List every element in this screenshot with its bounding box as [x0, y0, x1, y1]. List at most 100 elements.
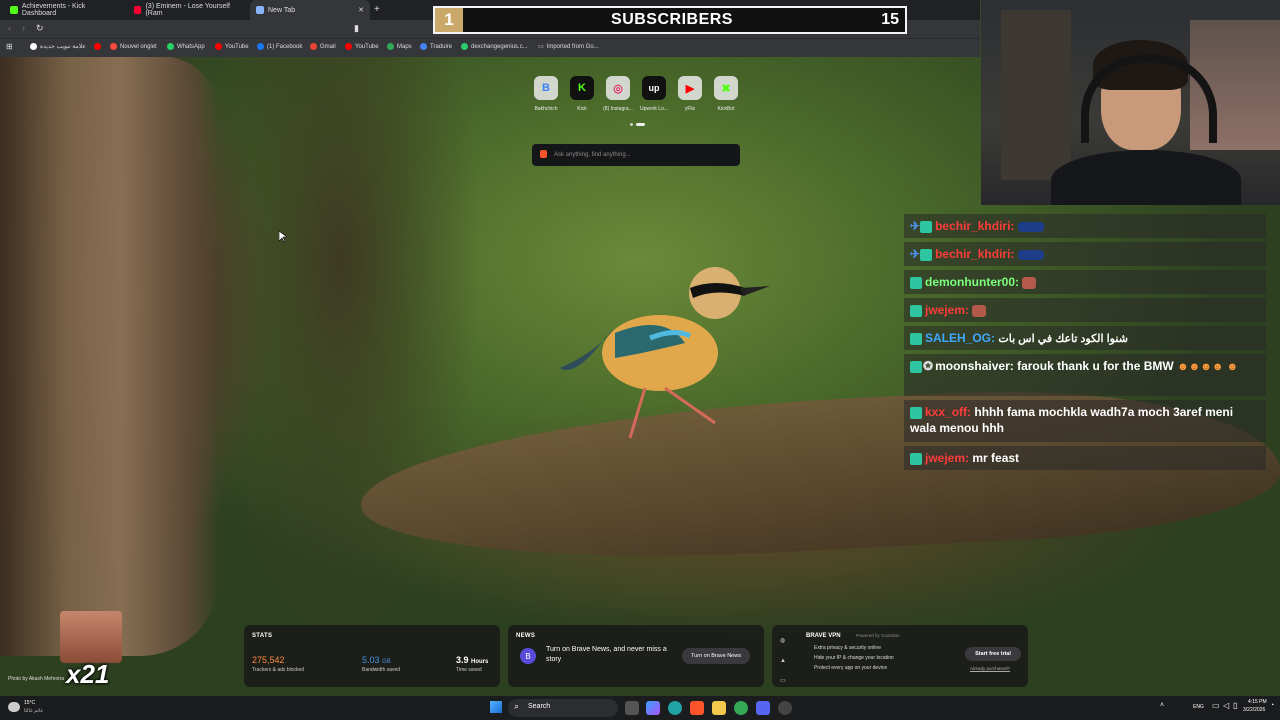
tab-youtube-eminem[interactable]: (3) Eminem - Lose Yourself (Ram [128, 0, 248, 20]
bookmark-item[interactable]: YouTube [345, 43, 379, 50]
emote-icon: ☻☻☻☻ ☻ [1177, 361, 1239, 373]
bookmark-item[interactable]: Maps [387, 43, 412, 50]
shortcut-page-dots[interactable] [630, 123, 646, 127]
tab-kick-dashboard[interactable]: Achievements - Kick Dashboard [4, 0, 126, 20]
tab-label: (3) Eminem - Lose Yourself (Ram [145, 3, 230, 17]
brave-icon[interactable] [690, 701, 704, 715]
vpn-powered: Powered by Guardian [856, 633, 900, 638]
chat-message: ✪ moonshaiver: farouk thank u for the BMW… [904, 354, 1266, 396]
shortcut-kick[interactable]: K [570, 76, 594, 100]
news-widget[interactable]: NEWS B Turn on Brave News, and never mis… [508, 625, 764, 687]
vpn-feature: Extra privacy & security online [814, 645, 881, 651]
shortcut-instagram[interactable]: ◎ [606, 76, 630, 100]
bookmark-icon[interactable]: ▮ [354, 23, 359, 34]
turn-on-news-button[interactable]: Turn on Brave News [682, 648, 750, 664]
tray-chevron-icon[interactable]: ˄ [1160, 702, 1164, 709]
clock-date[interactable]: 3/22/2026 [1243, 707, 1265, 713]
bookmark-item[interactable]: Traduire [420, 43, 452, 50]
bookmark-item[interactable]: dexchangegenius.c... [461, 43, 528, 50]
shortcut-label: Bakhchich [534, 106, 558, 112]
webcam-overlay [981, 0, 1280, 205]
chat-message: ✈ bechir_khdiri: [904, 242, 1266, 266]
taskbar-search[interactable]: ⌕ Search [508, 699, 618, 717]
search-placeholder: Ask anything, find anything... [554, 152, 631, 158]
brave-icon [256, 6, 264, 14]
trackers-label: Trackers & ads blocked [252, 667, 305, 673]
bookmark-item[interactable]: YouTube [215, 43, 249, 50]
file-explorer-icon[interactable] [712, 701, 726, 715]
stream-chat: ✈ bechir_khdiri: ✈ bechir_khdiri: demonhun… [904, 200, 1266, 478]
shortcut-yflix[interactable]: ▶ [678, 76, 702, 100]
chat-message: SALEH_OG: شنوا الكود تاعك في اس بات [904, 326, 1266, 350]
back-icon[interactable]: ‹ [8, 23, 11, 33]
wallpaper-bird [560, 267, 770, 439]
wallpaper-tree-trunk [0, 56, 220, 656]
photo-credit: Photo by Akash Mehrotra [8, 676, 65, 682]
tab-label: New Tab [268, 6, 296, 14]
chat-message: demonhunter00: [904, 270, 1266, 294]
bookmark-item[interactable]: علامة تبويب جديدة [30, 43, 86, 50]
weather-widget[interactable]: 15°C غائم غالبًا [8, 699, 68, 717]
bookmark-item[interactable]: Gmail [310, 43, 336, 50]
bookmark-folder[interactable]: ▭ Imported from Go... [538, 43, 599, 51]
shortcut-kickbot[interactable]: ✖ [714, 76, 738, 100]
plus-icon[interactable]: + [374, 4, 380, 15]
close-icon[interactable]: ✕ [358, 6, 364, 14]
bookmark-item[interactable]: (1) Facebook [257, 43, 302, 50]
subscribers-count: 15 [881, 11, 899, 28]
weather-desc: غائم غالبًا [24, 708, 43, 714]
stats-widget[interactable]: STATS 275,542 Trackers & ads blocked 5.0… [244, 625, 500, 687]
already-purchased-link[interactable]: Already purchased? [970, 666, 1010, 671]
task-view-icon[interactable] [625, 701, 639, 715]
shortcut-label: KickBot [717, 106, 735, 112]
tab-label: Achievements - Kick Dashboard [21, 3, 86, 17]
windows-start-icon[interactable] [490, 701, 502, 713]
copilot-icon[interactable] [646, 701, 660, 715]
emote-icon [1017, 249, 1044, 260]
bookmark-item[interactable]: WhatsApp [167, 43, 205, 50]
bookmark-item[interactable] [94, 43, 104, 50]
shortcut-upwork[interactable]: up [642, 76, 666, 100]
tab-new-tab[interactable]: New Tab ✕ [250, 0, 370, 20]
forward-icon[interactable]: › [22, 23, 25, 33]
chat-text: شنوا الكود تاعك في اس بات [998, 333, 1128, 345]
news-icon: B [520, 648, 536, 664]
laughing-face-image [60, 611, 122, 663]
notification-icon[interactable]: ◔ [1270, 702, 1274, 709]
obs-icon[interactable] [778, 701, 792, 715]
language-indicator[interactable]: ENG [1193, 704, 1204, 710]
clock-time[interactable]: 4:15 PM [1248, 699, 1267, 705]
time-value: 3.9 [456, 655, 469, 665]
subscribers-overlay: SUBSCRIBERS 1 15 [433, 6, 907, 34]
taskbar-search-label: Search [528, 703, 551, 710]
emote-icon [1022, 276, 1037, 289]
chrome-icon[interactable] [734, 701, 748, 715]
weather-icon [8, 702, 20, 712]
news-text: Turn on Brave News, and never miss a sto… [546, 646, 667, 663]
chat-message: ✈ bechir_khdiri: [904, 214, 1266, 238]
shortcut-bakhchich[interactable]: B [534, 76, 558, 100]
news-title: NEWS [516, 633, 536, 639]
edge-icon[interactable] [668, 701, 682, 715]
stats-title: STATS [252, 633, 273, 639]
battery-icon[interactable]: ▯ [1233, 701, 1237, 710]
brave-search-icon [540, 150, 547, 158]
vpn-side-icons: ◍ ▲ ▭ [780, 638, 786, 684]
start-free-trial-button[interactable]: Start free trial [965, 647, 1021, 661]
mouse-cursor [279, 231, 287, 243]
apps-grid-icon[interactable]: ⊞ [6, 42, 13, 51]
network-icon[interactable]: ▭ [1212, 701, 1220, 710]
weather-temp: 15°C [24, 700, 36, 706]
discord-icon[interactable] [756, 701, 770, 715]
vpn-widget[interactable]: ◍ ▲ ▭ BRAVE VPN Powered by Guardian Extra … [772, 625, 1028, 687]
youtube-icon [134, 6, 142, 14]
subscriber-badge-icon [910, 452, 922, 465]
reload-icon[interactable]: ↻ [36, 23, 44, 34]
emote-icon [1017, 221, 1044, 232]
volume-icon[interactable]: ◁ [1223, 701, 1229, 710]
bookmark-item[interactable]: Nouvel onglet [110, 43, 157, 50]
meme-overlay: x21 [58, 611, 124, 689]
search-input[interactable]: Ask anything, find anything... [532, 144, 740, 166]
bookmarks-bar: ⊞ علامة تبويب جديدة Nouvel onglet WhatsA… [0, 38, 980, 57]
chat-message: jwejem: [904, 298, 1266, 322]
